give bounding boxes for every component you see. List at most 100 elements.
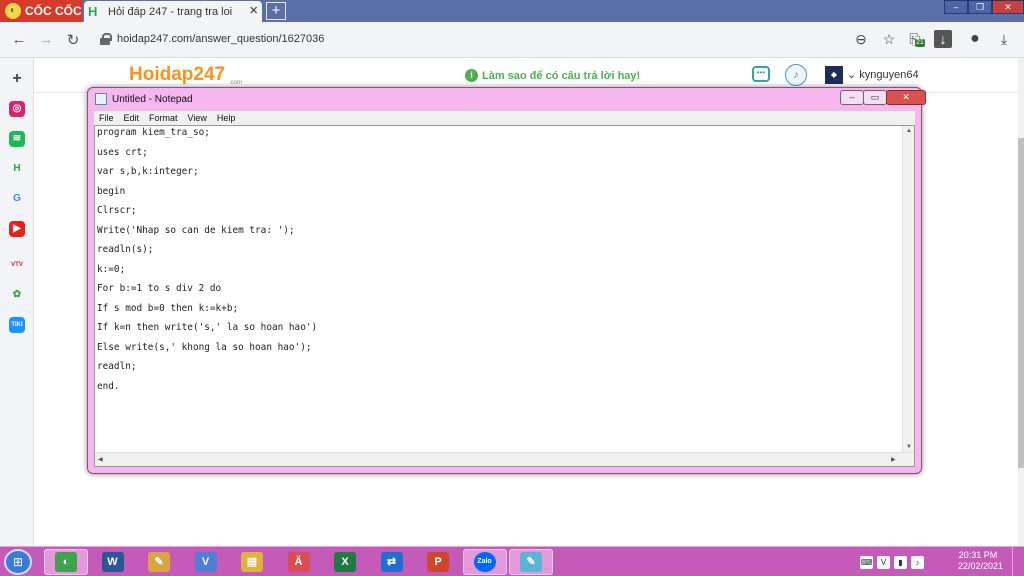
downloads-icon[interactable]: ⤓ <box>995 30 1013 48</box>
clock-time: 20:31 PM <box>958 550 998 560</box>
scroll-left-icon[interactable]: ◀ <box>98 456 103 463</box>
clock-date: 22/02/2021 <box>958 561 1004 571</box>
add-icon[interactable]: + <box>9 71 25 87</box>
tip-link[interactable]: i Làm sao để có câu trả lời hay! <box>465 69 640 82</box>
word-icon: W <box>101 552 124 572</box>
url-field[interactable]: hoidap247.com/answer_question/1627036 <box>117 33 324 45</box>
browser-tab-active[interactable]: H Hỏi đáp 247 - trang tra loi × <box>84 1 262 22</box>
notepad-title: Untitled - Notepad <box>112 94 193 105</box>
notepad-taskbar-button[interactable]: ✎ <box>509 549 553 575</box>
scroll-right-icon[interactable]: ▶ <box>891 456 896 463</box>
windows-taskbar: ⊞ ◐ W ✎ V ▤ Ä X ⇄ P Zalo ✎ ⌨ V ▮ ♪ 20:31 PM 22/02/202… <box>0 546 1024 576</box>
hoidap-icon[interactable]: H <box>9 161 25 177</box>
menu-file[interactable]: File <box>94 111 119 125</box>
menu-view[interactable]: View <box>183 111 212 125</box>
coccoc-icon: ◐ <box>55 552 77 572</box>
teamviewer-icon: ⇄ <box>380 552 403 572</box>
system-clock[interactable]: 20:31 PM 22/02/2021 <box>958 550 1004 572</box>
vietkey-taskbar-button[interactable]: Ä <box>277 549 321 575</box>
zalo-icon: Zalo <box>473 552 496 572</box>
back-button[interactable]: ← <box>10 31 28 48</box>
zalo-taskbar-button[interactable]: Zalo <box>462 549 507 575</box>
tiki-icon[interactable]: TIKI <box>9 317 25 333</box>
code-line: begin <box>97 185 126 197</box>
hoidap-favicon-icon: H <box>88 3 98 19</box>
notepad-vertical-scrollbar[interactable]: ▲ ▼ <box>902 126 914 452</box>
lock-icon <box>100 33 112 45</box>
minimize-button[interactable]: – <box>944 0 968 14</box>
tray-network-icon[interactable]: ▮ <box>894 555 907 569</box>
start-button[interactable]: ⊞ <box>4 549 32 575</box>
powerpoint-icon: P <box>427 552 449 572</box>
notepad-menubar: File Edit Format View Help <box>94 111 915 125</box>
vietkey-icon: Ä <box>287 552 310 572</box>
avatar[interactable]: ◆ <box>825 66 843 84</box>
word-taskbar-button[interactable]: W <box>91 549 135 575</box>
reload-button[interactable]: ↻ <box>64 31 82 49</box>
bell-icon[interactable]: ♪ <box>785 64 807 86</box>
code-line: program kiem_tra_so; <box>97 127 210 138</box>
youtube-icon[interactable]: ▶ <box>9 221 25 237</box>
tray-vietkey-icon[interactable]: V <box>877 555 890 569</box>
page-scrollbar-thumb[interactable] <box>1018 138 1024 468</box>
paint-taskbar-button[interactable]: ✎ <box>137 549 181 575</box>
unikey-icon: V <box>194 552 217 572</box>
spotify-icon[interactable]: ≋ <box>9 131 25 147</box>
code-line: uses crt; <box>97 146 148 158</box>
system-tray: ⌨ V ▮ ♪ <box>860 549 924 575</box>
excel-taskbar-button[interactable]: X <box>323 549 367 575</box>
explorer-taskbar-button[interactable]: ▤ <box>230 549 274 575</box>
screen: ◐ CỐC CỐC H Hỏi đáp 247 - trang tra loi … <box>0 0 1024 576</box>
code-line: If s mod b=0 then k:=k+b; <box>97 302 239 314</box>
forward-button[interactable]: → <box>37 31 55 48</box>
extension-icon[interactable]: ⎘21 <box>906 30 925 48</box>
brand-label: CỐC CỐC <box>25 4 82 18</box>
code-line: readln; <box>97 361 137 372</box>
coccoc-logo-icon: ◐ <box>5 3 21 19</box>
extension-badge: 21 <box>915 39 925 47</box>
notepad-icon <box>95 93 107 105</box>
scroll-down-icon[interactable]: ▼ <box>906 444 912 450</box>
notepad-close-button[interactable]: ✕ <box>886 90 926 105</box>
code-line: If k=n then write('s,' la so hoan hao') <box>97 322 318 333</box>
info-icon: i <box>465 69 478 82</box>
notepad-maximize-button[interactable]: ▭ <box>863 90 887 105</box>
excel-icon: X <box>334 552 356 572</box>
powerpoint-taskbar-button[interactable]: P <box>416 549 460 575</box>
vtv-icon[interactable]: VTV <box>9 257 25 273</box>
bookmark-star-icon[interactable]: ☆ <box>880 30 898 48</box>
profile-icon[interactable]: ● <box>966 30 984 48</box>
site-logo[interactable]: Hoidap247 <box>129 64 225 86</box>
code-line: Else write(s,' khong la so hoan hao'); <box>97 341 312 353</box>
page-scrollbar[interactable] <box>1018 58 1024 546</box>
menu-format[interactable]: Format <box>144 111 183 125</box>
show-desktop-button[interactable] <box>1012 547 1024 576</box>
instagram-icon[interactable]: ◎ <box>9 101 25 117</box>
maximize-button[interactable]: ❐ <box>968 0 992 14</box>
tray-volume-icon[interactable]: ♪ <box>911 555 924 569</box>
tab-close-icon[interactable]: × <box>249 3 258 19</box>
unikey-taskbar-button[interactable]: V <box>184 549 228 575</box>
teamviewer-taskbar-button[interactable]: ⇄ <box>370 549 414 575</box>
menu-edit[interactable]: Edit <box>119 111 145 125</box>
game-icon[interactable]: ✿ <box>9 287 25 303</box>
coccoc-taskbar-button[interactable]: ◐ <box>44 549 88 575</box>
user-menu[interactable]: ⌄ kynguyen64 <box>847 68 919 81</box>
browser-toolbar: ← → ↻ hoidap247.com/answer_question/1627… <box>0 22 1024 58</box>
notepad-icon: ✎ <box>520 552 542 572</box>
tray-language-icon[interactable]: ⌨ <box>860 555 873 569</box>
notepad-window: Untitled - Notepad – ▭ ✕ File Edit Forma… <box>87 87 926 474</box>
scroll-up-icon[interactable]: ▲ <box>906 128 912 134</box>
notepad-titlebar[interactable]: Untitled - Notepad – ▭ ✕ <box>88 88 926 110</box>
google-icon[interactable]: G <box>9 191 25 207</box>
notepad-minimize-button[interactable]: – <box>840 90 864 105</box>
download-icon[interactable]: ↓ <box>934 30 952 48</box>
notepad-horizontal-scrollbar[interactable]: ◀ ▶ <box>95 452 914 466</box>
new-tab-button[interactable]: + <box>266 2 286 20</box>
coccoc-menu-button[interactable]: ◐ CỐC CỐC <box>0 0 82 22</box>
chat-icon[interactable]: ••• <box>752 66 770 82</box>
notepad-text-area[interactable]: program kiem_tra_so; uses crt; var s,b,k:i… <box>94 125 915 467</box>
zoom-icon[interactable]: ⊖ <box>852 30 870 48</box>
menu-help[interactable]: Help <box>212 111 241 125</box>
close-window-button[interactable]: ✕ <box>992 0 1024 14</box>
